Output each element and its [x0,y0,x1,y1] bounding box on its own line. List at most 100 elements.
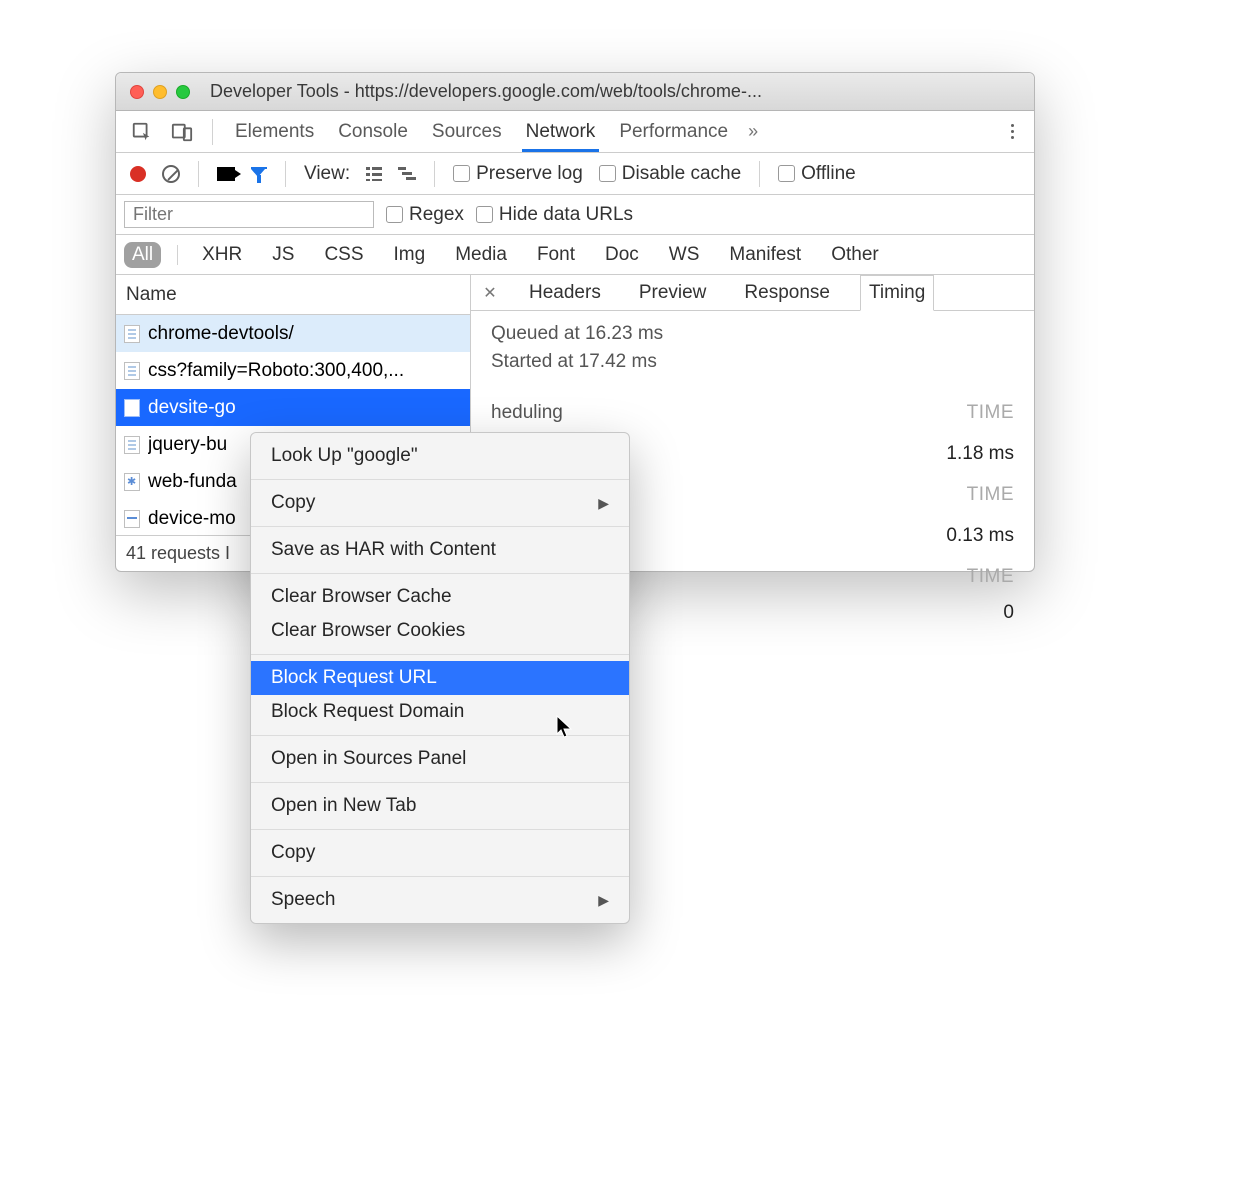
menu-separator [251,876,629,877]
name-header-label: Name [126,284,177,306]
title-bar: Developer Tools - https://developers.goo… [116,73,1034,111]
filter-xhr[interactable]: XHR [194,242,250,268]
submenu-arrow-icon: ▶ [598,892,609,909]
tab-elements[interactable]: Elements [231,111,318,152]
file-icon [124,325,140,343]
menu-open-sources[interactable]: Open in Sources Panel [251,742,629,776]
request-row[interactable]: css?family=Roboto:300,400,... [116,352,470,389]
capture-screenshots-icon[interactable] [217,167,235,181]
filter-all[interactable]: All [124,242,161,268]
file-icon [124,436,140,454]
request-name: chrome-devtools/ [148,323,294,345]
scheduling-value: 1.18 ms [946,443,1014,465]
menu-save-har[interactable]: Save as HAR with Content [251,533,629,567]
time-header: TIME [967,484,1014,506]
request-name: devsite-go [148,397,236,419]
request-name: web-funda [148,471,237,493]
divider [212,119,213,145]
divider [177,245,178,265]
view-label: View: [304,163,350,185]
waterfall-overview-icon[interactable] [398,167,416,181]
tab-performance[interactable]: Performance [615,111,732,152]
file-icon [124,399,140,417]
settings-kebab-icon[interactable] [1004,124,1020,139]
hide-data-urls-checkbox[interactable] [476,206,493,223]
filter-js[interactable]: JS [264,242,302,268]
detail-tab-timing[interactable]: Timing [860,275,934,311]
request-row[interactable]: chrome-devtools/ [116,315,470,352]
filter-other[interactable]: Other [823,242,887,268]
record-button[interactable] [130,166,146,182]
close-window-button[interactable] [130,85,144,99]
filter-img[interactable]: Img [386,242,434,268]
detail-tab-response[interactable]: Response [736,276,838,310]
menu-lookup[interactable]: Look Up "google" [251,439,629,473]
file-icon [124,473,140,491]
tab-network[interactable]: Network [522,111,600,152]
scheduling-label: heduling [491,402,563,424]
response-value: 0 [1003,602,1014,624]
inspect-element-icon[interactable] [130,120,154,144]
toggle-device-icon[interactable] [170,120,194,144]
menu-separator [251,526,629,527]
request-row[interactable]: devsite-go [116,389,470,426]
request-name: jquery-bu [148,434,227,456]
menu-block-request-url[interactable]: Block Request URL [251,661,629,695]
filter-media[interactable]: Media [447,242,515,268]
large-rows-icon[interactable] [366,167,382,181]
minimize-window-button[interactable] [153,85,167,99]
menu-separator [251,654,629,655]
file-icon [124,510,140,528]
tab-sources[interactable]: Sources [428,111,506,152]
menu-open-new-tab[interactable]: Open in New Tab [251,789,629,823]
preserve-log-checkbox[interactable] [453,165,470,182]
window-title: Developer Tools - https://developers.goo… [210,81,1034,102]
submenu-arrow-icon: ▶ [598,495,609,512]
regex-checkbox[interactable] [386,206,403,223]
menu-copy[interactable]: Copy [251,836,629,870]
filter-toggle-icon[interactable] [251,167,267,181]
time-header: TIME [967,566,1014,588]
menu-copy-submenu[interactable]: Copy▶ [251,486,629,520]
clear-button-icon[interactable] [162,165,180,183]
disable-cache-label: Disable cache [622,163,741,185]
zoom-window-button[interactable] [176,85,190,99]
detail-tab-headers[interactable]: Headers [521,276,609,310]
preserve-log-label: Preserve log [476,163,583,185]
menu-speech-submenu[interactable]: Speech▶ [251,883,629,917]
name-column-header[interactable]: Name [116,275,470,315]
menu-separator [251,829,629,830]
detail-tab-preview[interactable]: Preview [631,276,715,310]
close-detail-icon[interactable]: ✕ [481,283,499,303]
context-menu: Look Up "google" Copy▶ Save as HAR with … [250,432,630,924]
menu-clear-cookies[interactable]: Clear Browser Cookies [251,614,629,648]
filter-bar: Regex Hide data URLs [116,195,1034,235]
type-filter-row: All XHR JS CSS Img Media Font Doc WS Man… [116,235,1034,275]
offline-checkbox[interactable] [778,165,795,182]
filter-font[interactable]: Font [529,242,583,268]
divider [285,161,286,187]
filter-ws[interactable]: WS [661,242,708,268]
menu-clear-cache[interactable]: Clear Browser Cache [251,580,629,614]
menu-separator [251,573,629,574]
menu-separator [251,479,629,480]
more-tabs-chevron-icon[interactable]: » [748,121,754,142]
started-line: Started at 17.42 ms [491,351,1014,373]
divider [434,161,435,187]
detail-tabs: ✕ Headers Preview Response Timing [471,275,1034,311]
tab-console[interactable]: Console [334,111,412,152]
menu-separator [251,782,629,783]
disable-cache-checkbox[interactable] [599,165,616,182]
queued-line: Queued at 16.23 ms [491,323,1014,345]
time-header: TIME [967,402,1014,424]
traffic-lights [130,85,190,99]
request-name: device-mo [148,508,236,530]
filter-css[interactable]: CSS [316,242,371,268]
filter-doc[interactable]: Doc [597,242,647,268]
devtools-tabs: Elements Console Sources Network Perform… [116,111,1034,153]
filter-input[interactable] [124,201,374,228]
filter-manifest[interactable]: Manifest [721,242,809,268]
divider [759,161,760,187]
offline-label: Offline [801,163,856,185]
file-icon [124,362,140,380]
